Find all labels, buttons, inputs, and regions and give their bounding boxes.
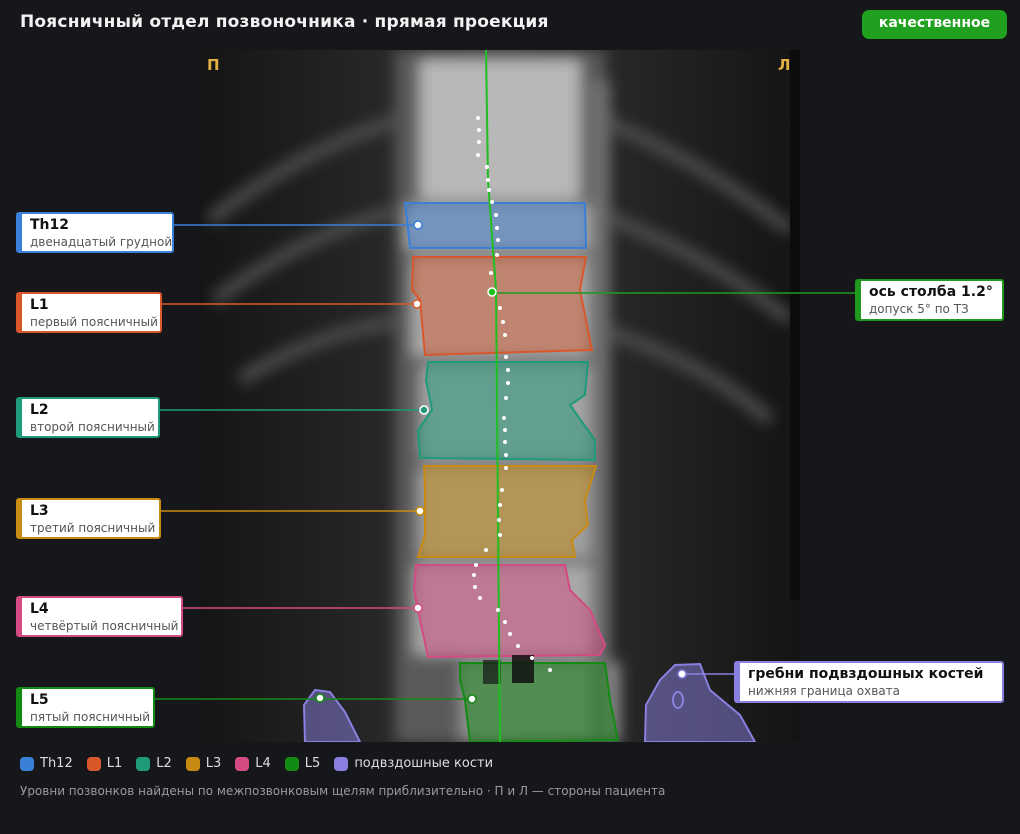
- orientation-left-marker: П: [207, 56, 220, 74]
- label-l4[interactable]: L4 четвёртый поясничный: [16, 596, 183, 637]
- legend-item[interactable]: L1: [86, 756, 123, 771]
- orientation-right-marker: Л: [778, 56, 791, 74]
- legend-swatch: [86, 756, 101, 771]
- label-l5-title: L5: [30, 692, 49, 708]
- legend-swatch: [284, 756, 299, 771]
- label-l2-title: L2: [30, 402, 49, 418]
- legend-label: подвздошные кости: [354, 756, 494, 771]
- legend-item[interactable]: L5: [284, 756, 321, 771]
- label-iliac-sub: нижняя граница охвата: [748, 684, 901, 698]
- label-th12-title: Th12: [30, 217, 69, 233]
- legend-label: L5: [304, 756, 321, 771]
- label-l1-title: L1: [30, 297, 49, 313]
- footer-note: Уровни позвонков найдены по межпозвонков…: [20, 784, 666, 798]
- legend: Th12 L1 L2 L3 L4 L5 подвздошные кости: [20, 756, 493, 771]
- legend-item[interactable]: L2: [136, 756, 172, 771]
- label-l1-sub: первый поясничный: [30, 315, 158, 329]
- legend-label: L1: [106, 756, 123, 771]
- legend-swatch: [185, 756, 200, 771]
- legend-item[interactable]: подвздошные кости: [334, 756, 493, 771]
- label-l2-sub: второй поясничный: [30, 420, 155, 434]
- label-axis[interactable]: ось столба 1.2° допуск 5° по ТЗ: [855, 279, 1004, 321]
- legend-swatch: [334, 756, 349, 771]
- legend-label: L3: [205, 756, 222, 771]
- label-axis-title: ось столба 1.2°: [869, 284, 993, 300]
- legend-label: L4: [255, 756, 271, 771]
- label-l3-title: L3: [30, 503, 49, 519]
- label-l5-sub: пятый поясничный: [30, 710, 150, 724]
- label-iliac-title: гребни подвздошных костей: [748, 666, 984, 682]
- label-l5[interactable]: L5 пятый поясничный: [16, 687, 155, 728]
- label-l4-title: L4: [30, 601, 49, 617]
- label-l3-sub: третий поясничный: [30, 521, 156, 535]
- legend-item[interactable]: L3: [185, 756, 222, 771]
- legend-item[interactable]: Th12: [20, 756, 73, 771]
- legend-label: Th12: [40, 756, 73, 771]
- label-l2[interactable]: L2 второй поясничный: [16, 397, 160, 438]
- label-l3[interactable]: L3 третий поясничный: [16, 498, 161, 539]
- label-l4-sub: четвёртый поясничный: [30, 619, 179, 633]
- legend-label: L2: [156, 756, 172, 771]
- label-axis-sub: допуск 5° по ТЗ: [869, 302, 969, 316]
- legend-swatch: [136, 756, 151, 771]
- legend-swatch: [20, 756, 34, 771]
- label-l1[interactable]: L1 первый поясничный: [16, 292, 162, 333]
- label-th12[interactable]: Th12 двенадцатый грудной: [16, 212, 174, 253]
- legend-swatch: [235, 756, 250, 771]
- label-iliac[interactable]: гребни подвздошных костей нижняя граница…: [734, 661, 1004, 703]
- label-th12-sub: двенадцатый грудной: [30, 235, 173, 249]
- legend-item[interactable]: L4: [235, 756, 271, 771]
